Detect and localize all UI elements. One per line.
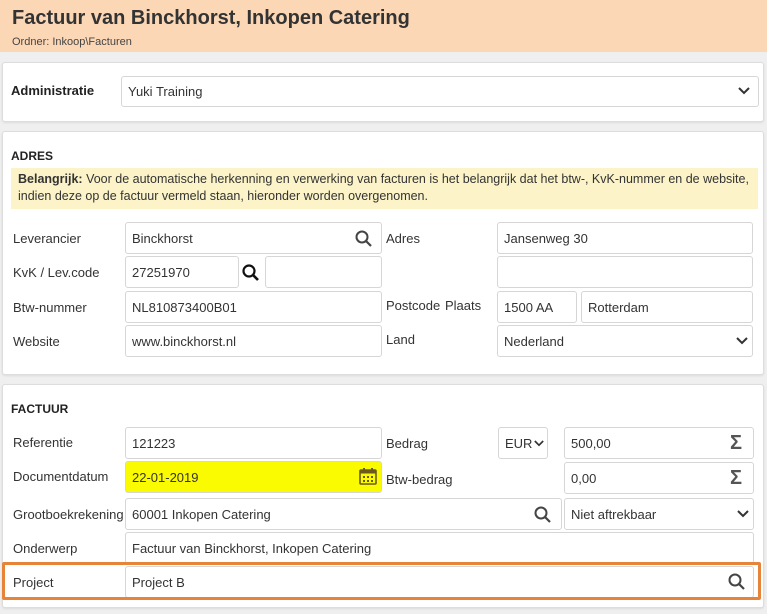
page-title: Factuur van Binckhorst, Inkopen Catering <box>12 7 410 29</box>
administratie-select[interactable]: Yuki Training <box>121 76 759 107</box>
search-icon[interactable] <box>532 504 552 524</box>
btwbedrag-value: 0,00 <box>571 470 597 486</box>
adres2-input[interactable] <box>497 256 753 288</box>
land-value: Nederland <box>504 333 564 349</box>
folder-breadcrumb: Ordner: Inkoop\Facturen <box>12 36 132 48</box>
plaats-label: Plaats <box>445 298 482 313</box>
plaats-value: Rotterdam <box>588 299 649 315</box>
administratie-value: Yuki Training <box>128 84 203 99</box>
chevron-down-icon <box>736 507 750 521</box>
chevron-down-icon <box>532 436 546 450</box>
project-highlight-outline <box>2 562 761 600</box>
documentdatum-label: Documentdatum <box>13 469 109 484</box>
website-label: Website <box>13 334 60 349</box>
land-select[interactable]: Nederland <box>497 325 753 357</box>
btw-value: NL810873400B01 <box>132 299 237 315</box>
aftrek-select[interactable]: Niet aftrekbaar <box>564 498 754 530</box>
chevron-down-icon <box>735 334 749 348</box>
adres-value: Jansenweg 30 <box>504 230 588 246</box>
notice-bold: Belangrijk: <box>18 172 83 186</box>
adres-input[interactable]: Jansenweg 30 <box>497 222 753 254</box>
important-notice: Belangrijk: Voor de automatische herkenn… <box>11 168 758 209</box>
plaats-input[interactable]: Rotterdam <box>581 291 753 323</box>
onderwerp-input[interactable]: Factuur van Binckhorst, Inkopen Catering <box>125 532 754 564</box>
currency-value: EUR <box>505 435 533 451</box>
onderwerp-label: Onderwerp <box>13 541 78 556</box>
administratie-label: Administratie <box>11 83 95 98</box>
search-icon[interactable] <box>240 262 260 282</box>
referentie-input[interactable]: 121223 <box>125 427 382 459</box>
postcode-input[interactable]: 1500 AA <box>497 291 577 323</box>
calendar-icon[interactable] <box>358 466 378 486</box>
search-icon[interactable] <box>353 228 373 248</box>
btw-label: Btw-nummer <box>13 300 87 315</box>
chevron-down-icon <box>737 84 751 98</box>
grootboek-label: Grootboekrekening <box>13 507 124 522</box>
onderwerp-value: Factuur van Binckhorst, Inkopen Catering <box>132 540 372 556</box>
notice-text: Voor de automatische herkenning en verwe… <box>18 172 749 203</box>
sum-icon[interactable]: Σ <box>726 467 746 489</box>
levcode-input[interactable] <box>265 256 382 288</box>
bedrag-label: Bedrag <box>386 436 428 451</box>
adres-card: ADRES Belangrijk: Voor de automatische h… <box>2 131 764 375</box>
aftrek-value: Niet aftrekbaar <box>571 506 657 522</box>
website-value: www.binckhorst.nl <box>132 333 237 349</box>
factuur-section-title: FACTUUR <box>11 402 69 416</box>
referentie-value: 121223 <box>132 435 176 451</box>
btw-input[interactable]: NL810873400B01 <box>125 291 382 323</box>
postcode-value: 1500 AA <box>504 299 554 315</box>
page-header: Factuur van Binckhorst, Inkopen Catering… <box>0 0 767 52</box>
btwbedrag-label: Btw-bedrag <box>386 472 453 487</box>
kvk-input[interactable]: 27251970 <box>125 256 239 288</box>
documentdatum-input[interactable]: 22-01-2019 <box>125 461 382 493</box>
leverancier-value: Binckhorst <box>132 230 193 246</box>
documentdatum-value: 22-01-2019 <box>132 469 199 485</box>
administratie-card: Administratie Yuki Training <box>2 62 764 122</box>
bedrag-value: 500,00 <box>571 435 611 451</box>
referentie-label: Referentie <box>13 435 73 450</box>
sum-icon[interactable]: Σ <box>726 432 746 454</box>
leverancier-input[interactable]: Binckhorst <box>125 222 382 254</box>
website-input[interactable]: www.binckhorst.nl <box>125 325 382 357</box>
kvk-value: 27251970 <box>132 264 190 280</box>
kvk-label: KvK / Lev.code <box>13 265 100 280</box>
leverancier-label: Leverancier <box>13 231 81 246</box>
grootboek-value: 60001 Inkopen Catering <box>132 506 271 522</box>
adres-label: Adres <box>386 231 420 246</box>
postcode-label: Postcode <box>386 298 441 313</box>
grootboek-input[interactable]: 60001 Inkopen Catering <box>125 498 562 530</box>
land-label: Land <box>386 332 415 347</box>
adres-section-title: ADRES <box>11 149 54 163</box>
